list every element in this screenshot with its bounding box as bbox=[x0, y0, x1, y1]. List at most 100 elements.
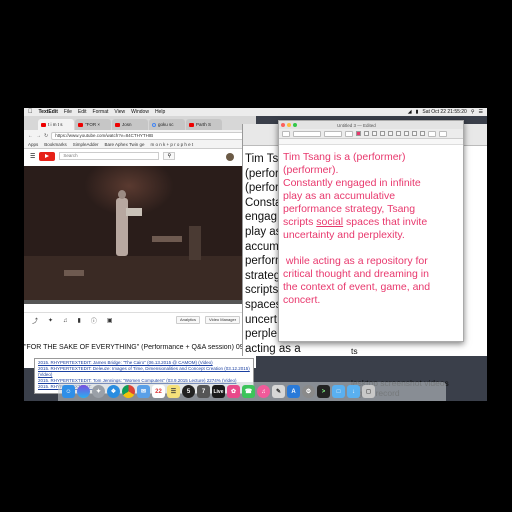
safari-icon[interactable]: ❖ bbox=[107, 385, 120, 398]
mail-icon[interactable]: ✉ bbox=[137, 385, 150, 398]
address-bar: ← → ↻ https://www.youtube.com/watch?v=84… bbox=[24, 130, 256, 141]
youtube-logo-icon[interactable] bbox=[39, 151, 56, 161]
highlight-color-swatch[interactable] bbox=[364, 131, 369, 136]
seven-icon[interactable]: 7 bbox=[197, 385, 210, 398]
menu-file[interactable]: File bbox=[64, 109, 72, 115]
notes-icon[interactable]: ☰ bbox=[167, 385, 180, 398]
youtube-favicon-icon bbox=[41, 122, 46, 127]
bold-button[interactable] bbox=[372, 131, 377, 136]
text-line: performance strategy, Tsang bbox=[283, 203, 416, 215]
menu-bar:  TextEdit File Edit Format View Window … bbox=[24, 108, 487, 116]
ableton-live-icon[interactable]: Live bbox=[212, 385, 225, 398]
video-title: "FOR THE SAKE OF EVERYTHING" (Performanc… bbox=[24, 344, 250, 351]
search-button[interactable]: ⚲ bbox=[163, 152, 176, 160]
menu-clock[interactable]: Sat Oct 22 21:55:20 bbox=[422, 109, 466, 115]
text-line: concert. bbox=[283, 294, 321, 306]
folder-icon[interactable]: □ bbox=[332, 385, 345, 398]
minimize-icon[interactable] bbox=[287, 123, 291, 127]
font-style-select[interactable] bbox=[324, 130, 342, 137]
annotation-icon[interactable]: ▮ bbox=[78, 317, 81, 324]
audio-icon[interactable]: ♫ bbox=[63, 318, 68, 324]
apple-menu-icon[interactable]:  bbox=[28, 109, 33, 115]
terminal-icon[interactable]: > bbox=[317, 385, 330, 398]
zoom-icon[interactable] bbox=[293, 123, 297, 127]
launchpad-icon[interactable]: ✦ bbox=[92, 385, 105, 398]
tab-2[interactable]: "FOR × bbox=[75, 119, 111, 130]
tab-3[interactable]: Josn bbox=[112, 119, 148, 130]
align-center-button[interactable] bbox=[404, 131, 409, 136]
info-icon[interactable]: ⓘ bbox=[91, 316, 97, 325]
performer-head bbox=[118, 190, 126, 199]
menu-edit[interactable]: Edit bbox=[78, 109, 87, 115]
spacing-select[interactable] bbox=[428, 130, 436, 137]
bookmark-bookmarks[interactable]: Bookmarks bbox=[44, 142, 67, 147]
siri-icon[interactable] bbox=[77, 385, 90, 398]
edit-wand-icon[interactable]: ⤴ bbox=[32, 316, 38, 325]
wifi-icon[interactable]: ◢ bbox=[408, 109, 412, 115]
text-line: Constantly engaged in infinite bbox=[283, 177, 421, 189]
window-title: Untitled 3 — Edited bbox=[337, 122, 376, 128]
trash-icon[interactable]: ◻ bbox=[362, 385, 375, 398]
video-player[interactable] bbox=[24, 166, 243, 304]
bookmark-aphex[interactable]: Bare Aphex Twin ge bbox=[105, 142, 145, 147]
text-line: Tim Tsang is a (performer) bbox=[283, 151, 406, 163]
align-right-button[interactable] bbox=[412, 131, 417, 136]
justify-button[interactable] bbox=[420, 131, 425, 136]
back-arrow-icon[interactable]: ← bbox=[28, 133, 33, 139]
ruler[interactable] bbox=[279, 139, 463, 145]
history-item[interactable]: 2015. RHYPERTEXTEDIT: Deleuze: Images of… bbox=[38, 366, 250, 372]
bookmark-apps[interactable]: Apps bbox=[28, 142, 38, 147]
calendar-icon[interactable]: 22 bbox=[152, 385, 165, 398]
downloads-icon[interactable]: ↓ bbox=[347, 385, 360, 398]
text-line bbox=[351, 367, 449, 378]
settings-icon[interactable]: ⚙ bbox=[302, 385, 315, 398]
progress-track[interactable] bbox=[24, 300, 243, 304]
menu-help[interactable]: Help bbox=[155, 109, 165, 115]
menu-view[interactable]: View bbox=[114, 109, 125, 115]
textedit-icon[interactable]: ✎ bbox=[272, 385, 285, 398]
itunes-icon[interactable]: ♫ bbox=[257, 385, 270, 398]
url-field[interactable]: https://www.youtube.com/watch?v=84CTHYTH… bbox=[51, 131, 248, 140]
enhance-icon[interactable]: ✦ bbox=[48, 317, 53, 324]
underline-button[interactable] bbox=[388, 131, 393, 136]
photos-icon[interactable]: ✿ bbox=[227, 385, 240, 398]
subtitles-icon[interactable]: ▣ bbox=[107, 317, 113, 324]
messages-icon[interactable]: ☎ bbox=[242, 385, 255, 398]
app-store-icon[interactable]: A bbox=[287, 385, 300, 398]
text-line bbox=[283, 242, 461, 255]
close-icon[interactable] bbox=[281, 123, 285, 127]
stand bbox=[126, 208, 142, 216]
forward-arrow-icon[interactable]: → bbox=[36, 133, 41, 139]
align-left-button[interactable] bbox=[396, 131, 401, 136]
bookmark-simpleadder[interactable]: SimpleAdder bbox=[73, 142, 99, 147]
text-line: uncertainty and perplexity. bbox=[283, 229, 405, 241]
finder-icon[interactable]: ☺ bbox=[62, 385, 75, 398]
menu-app-name[interactable]: TextEdit bbox=[39, 109, 58, 115]
tab-5[interactable]: Parth S bbox=[186, 119, 222, 130]
text-color-swatch[interactable] bbox=[356, 131, 361, 136]
analytics-button[interactable]: Analytics bbox=[176, 316, 201, 324]
avatar[interactable] bbox=[226, 153, 234, 161]
font-size-select[interactable] bbox=[345, 130, 353, 137]
titlebar[interactable]: Untitled 3 — Edited bbox=[279, 121, 463, 129]
search-input[interactable]: Search bbox=[59, 152, 160, 160]
menu-format[interactable]: Format bbox=[93, 109, 109, 115]
speaker bbox=[189, 226, 201, 260]
tab-4[interactable]: goku sc bbox=[149, 119, 185, 130]
chrome-icon[interactable] bbox=[122, 385, 135, 398]
reload-icon[interactable]: ↻ bbox=[44, 133, 48, 139]
battery-icon[interactable]: ▮ bbox=[416, 109, 419, 115]
clock-icon[interactable]: 5 bbox=[182, 385, 195, 398]
video-manager-button[interactable]: Video Manager bbox=[205, 316, 241, 324]
menu-window[interactable]: Window bbox=[131, 109, 149, 115]
search-icon[interactable]: ⚲ bbox=[471, 109, 475, 115]
document-text-front[interactable]: Tim Tsang is a (performer) (performer). Co… bbox=[283, 151, 461, 307]
tab-1[interactable]: t i m t s bbox=[38, 119, 74, 130]
menu-list-icon[interactable]: ☰ bbox=[479, 109, 483, 115]
list-select[interactable] bbox=[439, 130, 447, 137]
italic-button[interactable] bbox=[380, 131, 385, 136]
bookmark-monk[interactable]: m o n k + p r o p h e t bbox=[151, 142, 194, 147]
font-family-select[interactable] bbox=[293, 130, 321, 137]
hamburger-icon[interactable]: ☰ bbox=[30, 153, 35, 160]
paragraph-style-select[interactable] bbox=[282, 130, 290, 137]
